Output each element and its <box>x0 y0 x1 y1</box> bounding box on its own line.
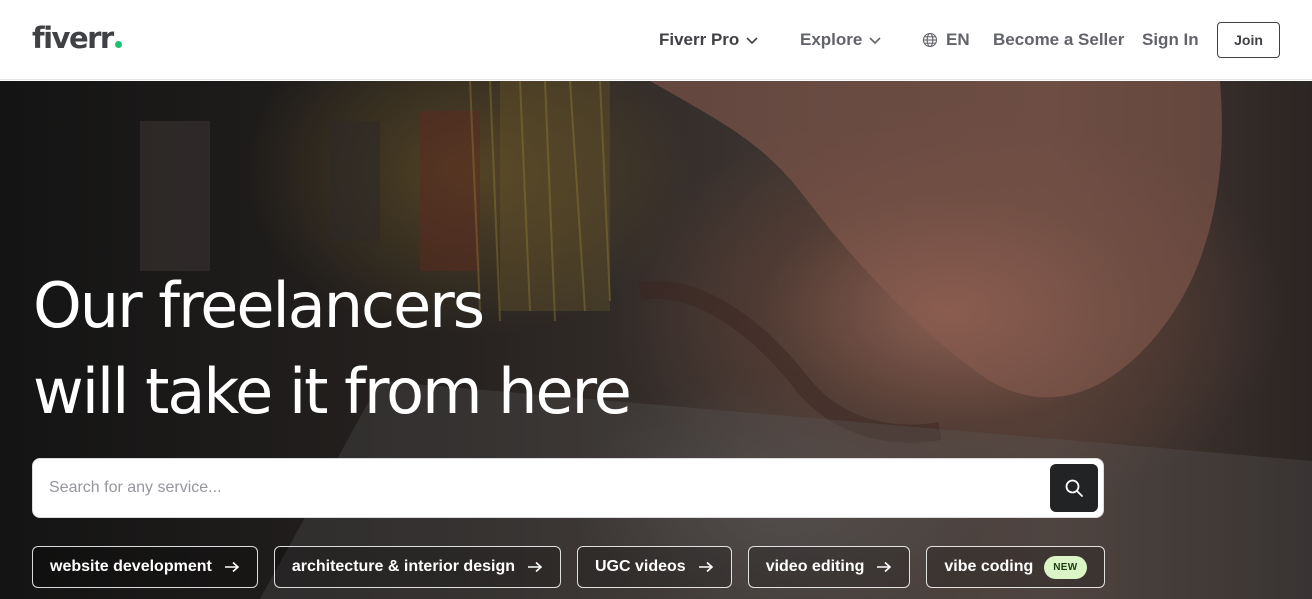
search-icon <box>1065 479 1083 497</box>
arrow-right-icon <box>224 561 240 573</box>
chip-label: vibe coding <box>944 558 1034 575</box>
nav-sign-in[interactable]: Sign In <box>1142 22 1199 58</box>
logo-dot <box>114 41 122 48</box>
search-bar <box>32 458 1104 518</box>
chevron-down-icon <box>746 37 758 45</box>
arrow-right-icon <box>877 561 892 573</box>
top-header: fiverr Fiverr Pro Explore EN Become a Se… <box>0 0 1312 80</box>
chip-label: video editing <box>765 558 865 575</box>
chip-architecture-interior-design[interactable]: architecture & interior design <box>273 546 561 588</box>
nav-fiverr-pro-label: Fiverr Pro <box>659 30 740 49</box>
globe-icon <box>922 32 938 48</box>
nav-explore[interactable]: Explore <box>800 22 882 58</box>
search-input[interactable] <box>49 459 1039 517</box>
hero-section: Our freelancers will take it from here w… <box>0 81 1312 599</box>
chip-website-development[interactable]: website development <box>32 546 258 588</box>
nav-sign-in-label: Sign In <box>1142 30 1199 49</box>
hero-heading-line2: will take it from here <box>33 355 632 428</box>
hero-heading: Our freelancers will take it from here <box>33 263 632 435</box>
nav-fiverr-pro[interactable]: Fiverr Pro <box>659 22 759 58</box>
chip-ugc-videos[interactable]: UGC videos <box>577 546 732 588</box>
chip-label: website development <box>50 558 212 575</box>
new-badge: NEW <box>1044 555 1087 579</box>
chevron-down-icon <box>869 37 881 45</box>
nav-become-seller[interactable]: Become a Seller <box>993 22 1124 58</box>
arrow-right-icon <box>528 561 543 573</box>
popular-services: website development architecture & inter… <box>32 546 1105 588</box>
arrow-right-icon <box>698 561 713 573</box>
chip-label: architecture & interior design <box>291 558 515 575</box>
nav-explore-label: Explore <box>800 30 863 49</box>
nav-language-label: EN <box>946 30 970 49</box>
hero-heading-line1: Our freelancers <box>33 269 485 342</box>
chip-label: UGC videos <box>595 558 686 575</box>
nav-language[interactable]: EN <box>922 22 970 58</box>
nav-become-seller-label: Become a Seller <box>993 30 1125 49</box>
fiverr-logo[interactable]: fiverr <box>32 20 122 56</box>
join-button[interactable]: Join <box>1217 22 1280 58</box>
search-button[interactable] <box>1050 464 1098 512</box>
chip-vibe-coding[interactable]: vibe coding NEW <box>926 546 1105 588</box>
chip-video-editing[interactable]: video editing <box>747 546 911 588</box>
logo-text: fiverr <box>32 21 114 55</box>
